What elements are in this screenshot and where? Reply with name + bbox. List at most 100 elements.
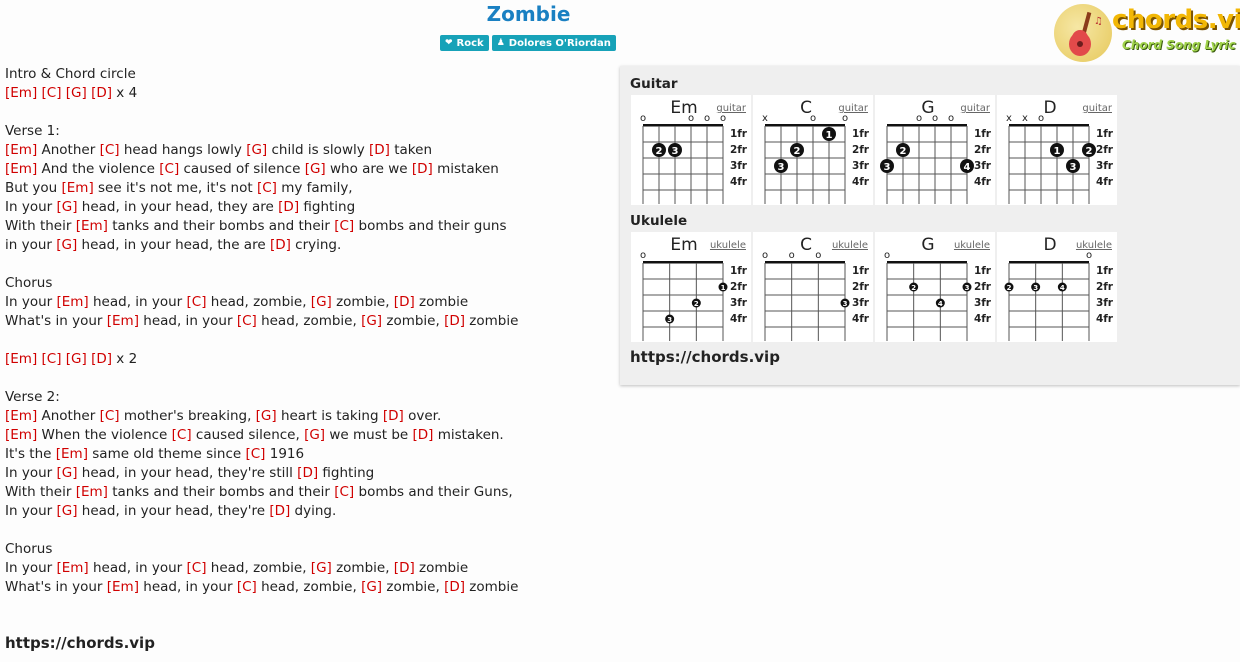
chord-link[interactable]: [D] <box>91 351 112 367</box>
chord-link[interactable]: [D] <box>91 85 112 101</box>
chord-link[interactable]: [G] <box>66 351 87 367</box>
lyrics-block: Intro & Chord circle [Em] [C] [G] [D] x 4… <box>5 65 605 597</box>
guitar-link[interactable]: guitar <box>960 103 991 114</box>
lyric-line: With their [Em] tanks and their bombs an… <box>5 217 605 236</box>
chord-link[interactable]: [C] <box>100 408 120 424</box>
chord-link[interactable]: [G] <box>361 579 382 595</box>
lyric-text: see it's not me, it's not <box>93 180 257 196</box>
ukulele-chord-c[interactable]: Cukulele 1fr 2fr 3fr 4fr o o o 3 <box>753 232 873 342</box>
lyric-text: Verse 1: <box>5 123 60 139</box>
chord-link[interactable]: [C] <box>334 484 354 500</box>
chord-link[interactable]: [Em] <box>107 579 139 595</box>
chord-link[interactable]: [Em] <box>5 142 37 158</box>
chord-link[interactable]: [D] <box>394 294 415 310</box>
chord-link[interactable]: [G] <box>361 313 382 329</box>
chord-link[interactable]: [G] <box>56 503 77 519</box>
chord-link[interactable]: [G] <box>56 237 77 253</box>
ukulele-chord-em[interactable]: Em ukulele 1fr 2fr 3fr 4fr o 3 2 1 <box>631 232 751 342</box>
chord-name: C <box>800 235 812 255</box>
chord-link[interactable]: [D] <box>444 579 465 595</box>
finger-number: 3 <box>672 146 679 157</box>
chord-link[interactable]: [Em] <box>56 294 88 310</box>
chord-link[interactable]: [C] <box>187 294 207 310</box>
chord-link[interactable]: [D] <box>444 313 465 329</box>
chord-link[interactable]: [G] <box>66 85 87 101</box>
lyric-text: head, in your head, they're still <box>77 465 298 481</box>
lyric-line <box>5 331 605 350</box>
chord-link[interactable]: [C] <box>334 218 354 234</box>
chord-link[interactable]: [C] <box>245 446 265 462</box>
tag-artist[interactable]: ♟ Dolores O'Riordan <box>491 35 616 51</box>
chord-link[interactable]: [G] <box>311 560 332 576</box>
chord-link[interactable]: [C] <box>237 579 257 595</box>
guitar-chord-d[interactable]: Dguitar1fr2fr3fr4frx x o132 <box>997 95 1117 205</box>
chord-link[interactable]: [Em] <box>5 427 37 443</box>
chord-link[interactable]: [D] <box>278 199 299 215</box>
ukulele-link[interactable]: ukulele <box>832 240 868 251</box>
lyric-line: [Em] Another [C] mother's breaking, [G] … <box>5 407 605 426</box>
chord-link[interactable]: [Em] <box>5 161 37 177</box>
chord-link[interactable]: [G] <box>256 408 277 424</box>
logo-subtitle: Chord Song Lyric <box>1122 38 1236 52</box>
lyric-text: x 4 <box>112 85 138 101</box>
guitar-chord-g[interactable]: Gguitar1fr2fr3fr4fro o o324 <box>875 95 995 205</box>
chord-link[interactable]: [Em] <box>62 180 94 196</box>
chord-link[interactable]: [C] <box>42 351 62 367</box>
chord-link[interactable]: [G] <box>304 427 325 443</box>
site-logo[interactable]: ♫ chords.vip Chord Song Lyric <box>1054 3 1240 63</box>
lyric-text: child is slowly <box>267 142 370 158</box>
tag-genre[interactable]: ❤ Rock <box>440 35 489 51</box>
chord-link[interactable]: [C] <box>257 180 277 196</box>
lyric-text: zombie, <box>382 313 445 329</box>
chord-link[interactable]: [D] <box>270 237 291 253</box>
chord-link[interactable]: [G] <box>305 161 326 177</box>
chord-link[interactable]: [D] <box>383 408 404 424</box>
chord-link[interactable]: [Em] <box>5 408 37 424</box>
lyric-text: In your <box>5 199 57 215</box>
chord-link[interactable]: [Em] <box>107 313 139 329</box>
chord-link[interactable]: [G] <box>311 294 332 310</box>
chord-link[interactable]: [C] <box>237 313 257 329</box>
chord-link[interactable]: [C] <box>100 142 120 158</box>
chord-link[interactable]: [C] <box>187 560 207 576</box>
chord-link[interactable]: [C] <box>42 85 62 101</box>
open-string-marker: o <box>842 113 848 124</box>
guitar-link[interactable]: guitar <box>1082 103 1113 114</box>
chord-link[interactable]: [D] <box>369 142 390 158</box>
chord-link[interactable]: [D] <box>394 560 415 576</box>
open-string-marker: o <box>1086 250 1092 261</box>
ukulele-link[interactable]: ukulele <box>954 240 990 251</box>
chord-link[interactable]: [Em] <box>5 85 37 101</box>
ukulele-chord-d[interactable]: Dukulele 1fr 2fr 3fr 4fr o 2 3 4 <box>997 232 1117 342</box>
finger-number: 2 <box>794 146 801 157</box>
chord-link[interactable]: [D] <box>412 161 433 177</box>
panel-site-link[interactable]: https://chords.vip <box>630 348 780 366</box>
ukulele-chord-g[interactable]: Gukulele 1fr 2fr 3fr 4fr o 2 4 3 <box>875 232 995 342</box>
finger-number: 3 <box>843 300 848 308</box>
lyric-line: In your [Em] head, in your [C] head, zom… <box>5 559 605 578</box>
finger-number: 3 <box>1070 162 1077 173</box>
ukulele-link[interactable]: ukulele <box>1076 240 1112 251</box>
chord-link[interactable]: [Em] <box>56 560 88 576</box>
chord-link[interactable]: [Em] <box>56 446 88 462</box>
fret-label: 2fr <box>974 144 992 156</box>
ukulele-link[interactable]: ukulele <box>710 240 746 251</box>
chord-link[interactable]: [D] <box>297 465 318 481</box>
chord-link[interactable]: [Em] <box>5 351 37 367</box>
chord-link[interactable]: [G] <box>56 199 77 215</box>
lyric-text: With their <box>5 218 76 234</box>
chord-link[interactable]: [G] <box>246 142 267 158</box>
chord-link[interactable]: [Em] <box>76 484 108 500</box>
fret-label: 4fr <box>974 313 992 325</box>
guitar-chord-c[interactable]: Cguitar1fr2fr3fr4frx o o321 <box>753 95 873 205</box>
footer-site-link[interactable]: https://chords.vip <box>5 634 155 652</box>
chord-link[interactable]: [C] <box>172 427 192 443</box>
chord-link[interactable]: [G] <box>56 465 77 481</box>
guitar-chord-em[interactable]: Em guitar1fr2fr3fr4fro o o o2 3 <box>631 95 751 205</box>
fret-label: 4fr <box>852 176 870 188</box>
chord-link[interactable]: [Em] <box>76 218 108 234</box>
chord-link[interactable]: [C] <box>159 161 179 177</box>
chord-link[interactable]: [D] <box>413 427 434 443</box>
fret-label: 2fr <box>730 144 748 156</box>
chord-link[interactable]: [D] <box>269 503 290 519</box>
